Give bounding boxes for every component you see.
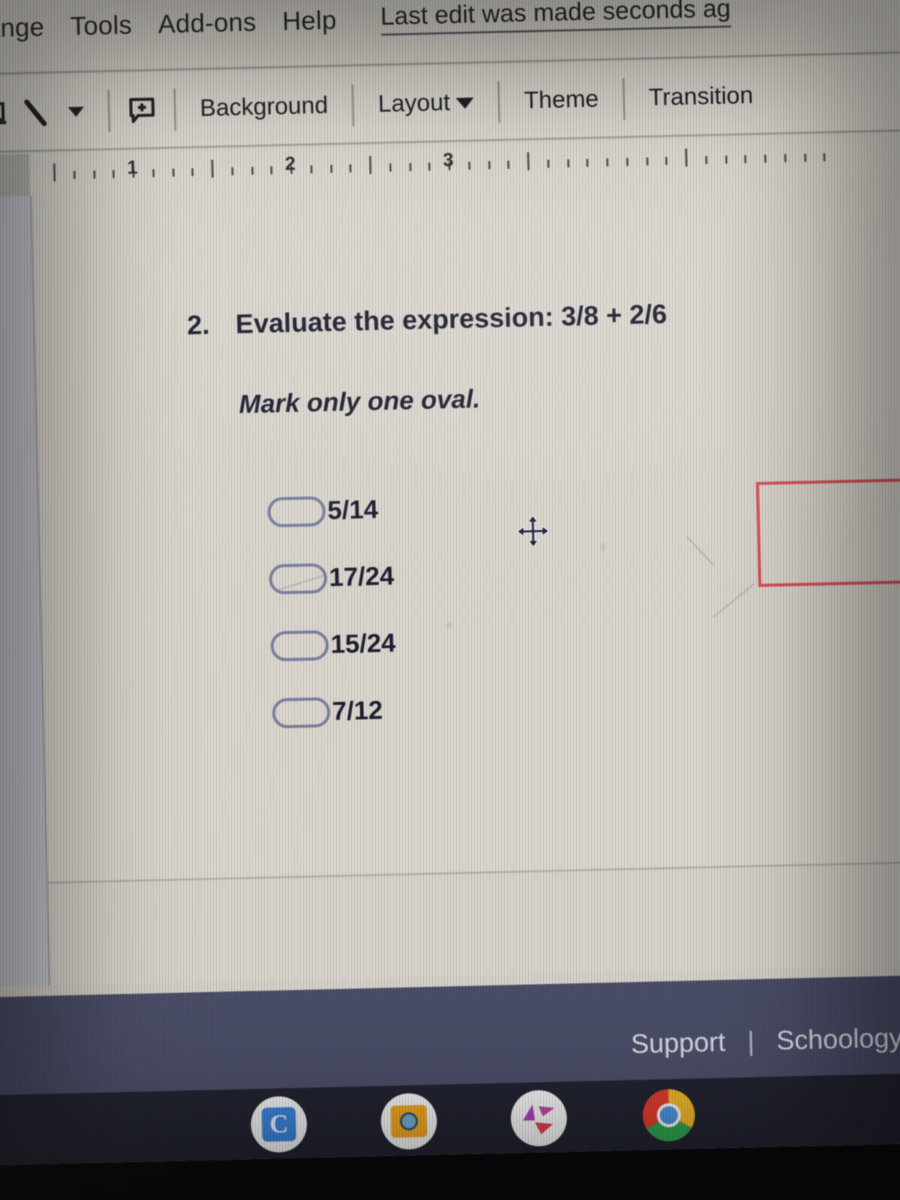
answer-option-label: 15/24 <box>330 627 397 660</box>
ruler-minor-tick <box>487 161 490 170</box>
red-rectangle-shape[interactable] <box>755 476 900 587</box>
ruler-minor-tick <box>152 169 155 178</box>
ruler-number: 3 <box>442 150 454 172</box>
answer-oval[interactable] <box>267 495 326 528</box>
line-dropdown-caret-icon[interactable] <box>55 88 96 135</box>
ruler-minor-tick <box>586 158 589 167</box>
transition-button[interactable]: Transition <box>636 82 765 113</box>
ruler-number: 1 <box>126 157 138 179</box>
art-app-icon[interactable] <box>510 1089 568 1147</box>
ruler-major-tick <box>53 163 56 182</box>
chrome-icon[interactable] <box>640 1087 697 1144</box>
ruler-minor-tick <box>310 165 313 174</box>
ruler-minor-tick <box>468 161 471 170</box>
ruler-minor-tick <box>389 163 392 172</box>
answer-option[interactable]: 15/24 <box>270 610 397 680</box>
toolbar-divider-1 <box>107 90 111 133</box>
answer-option[interactable]: 7/12 <box>271 677 398 747</box>
footer-separator: | <box>747 1025 755 1056</box>
ruler-major-tick <box>685 148 688 167</box>
add-comment-icon[interactable] <box>121 87 162 134</box>
screen-dust-2 <box>600 542 606 552</box>
screen-scratch-2 <box>686 536 716 567</box>
answer-oval[interactable] <box>268 562 328 594</box>
clever-icon-letter: C <box>261 1107 297 1142</box>
schoology-blog-link[interactable]: Schoology Blog <box>776 1021 900 1056</box>
seesaw-icon-eye <box>399 1112 419 1131</box>
answer-option-label: 5/14 <box>327 493 379 526</box>
ruler-minor-tick <box>250 166 254 175</box>
seesaw-icon-inner <box>390 1104 428 1138</box>
layout-button[interactable]: Layout <box>366 88 487 119</box>
answer-option[interactable]: 17/24 <box>268 543 395 613</box>
ruler-minor-tick <box>566 159 569 168</box>
answer-options-list: 5/14 17/24 15/24 7/12 <box>267 476 398 747</box>
ruler-minor-tick <box>547 159 550 168</box>
last-edit-status[interactable]: Last edit was made seconds ag <box>380 0 732 36</box>
toolbar-divider-5 <box>622 77 626 121</box>
question-instruction: Mark only one oval. <box>238 383 481 420</box>
ruler-minor-tick <box>329 164 333 173</box>
chevron-down-icon <box>455 97 475 109</box>
ruler-minor-tick <box>507 160 510 169</box>
ruler-minor-tick <box>704 156 708 165</box>
shape-icon[interactable] <box>0 90 17 137</box>
screen-photo: rrange Tools Add-ons Help Last edit was … <box>0 0 900 1200</box>
monitor-screen: rrange Tools Add-ons Help Last edit was … <box>0 0 900 1166</box>
toolbar-divider-3 <box>351 84 355 127</box>
screen-dust-1 <box>446 622 453 629</box>
ruler-minor-tick <box>803 153 806 162</box>
answer-option-label: 7/12 <box>331 694 384 727</box>
ruler-major-tick <box>369 155 372 175</box>
ruler-major-tick <box>527 152 530 171</box>
ruler-minor-tick <box>73 170 76 179</box>
line-tool-icon[interactable] <box>15 89 56 136</box>
question-row: 2. Evaluate the expression: 3/8 + 2/6 <box>187 299 668 341</box>
ruler-minor-tick <box>171 168 175 177</box>
move-cursor <box>516 514 551 549</box>
question-number: 2. <box>186 309 210 341</box>
ruler-minor-tick <box>349 164 352 173</box>
slide[interactable]: 2. Evaluate the expression: 3/8 + 2/6 Ma… <box>31 174 900 884</box>
ruler-minor-tick <box>270 166 273 175</box>
answer-oval[interactable] <box>270 629 329 661</box>
ruler-minor-tick <box>231 167 234 176</box>
ruler-minor-tick <box>665 156 668 166</box>
ruler-major-tick <box>211 159 214 178</box>
ruler-minor-tick <box>823 153 826 162</box>
seesaw-icon[interactable] <box>380 1092 438 1150</box>
ruler-minor-tick <box>724 155 727 164</box>
ruler-minor-tick <box>744 155 747 164</box>
menu-tools[interactable]: Tools <box>70 9 132 41</box>
ruler-minor-tick <box>428 162 431 171</box>
support-link[interactable]: Support <box>631 1026 726 1059</box>
ruler-minor-tick <box>626 157 629 166</box>
ruler-minor-tick <box>191 168 194 177</box>
ruler-minor-tick <box>92 170 96 179</box>
screen-scratch-3 <box>712 583 755 618</box>
question-text: Evaluate the expression: 3/8 + 2/6 <box>235 299 668 340</box>
ruler-left-cap <box>0 154 30 198</box>
clever-icon[interactable]: C <box>250 1095 308 1154</box>
layout-button-label: Layout <box>377 89 451 118</box>
slide-canvas-area[interactable]: 2. Evaluate the expression: 3/8 + 2/6 Ma… <box>31 174 900 986</box>
menu-arrange[interactable]: rrange <box>0 11 45 44</box>
answer-oval[interactable] <box>271 696 331 728</box>
ruler-number: 2 <box>284 153 296 175</box>
footer-links: Support | Schoology Blog <box>631 1021 900 1060</box>
ruler-minor-tick <box>783 154 787 163</box>
ruler-minor-tick <box>645 157 648 166</box>
background-button[interactable]: Background <box>188 92 341 124</box>
ruler-minor-tick <box>606 158 609 167</box>
ruler-minor-tick <box>112 170 115 179</box>
ruler-minor-tick <box>764 154 767 163</box>
ruler-minor-tick <box>408 163 412 172</box>
toolbar-divider-4 <box>497 80 501 123</box>
answer-option[interactable]: 5/14 <box>267 476 394 546</box>
menu-addons[interactable]: Add-ons <box>158 6 257 39</box>
theme-button[interactable]: Theme <box>512 85 611 115</box>
answer-option-label: 17/24 <box>328 560 395 593</box>
toolbar-divider-2 <box>173 88 177 131</box>
menu-help[interactable]: Help <box>282 4 337 36</box>
